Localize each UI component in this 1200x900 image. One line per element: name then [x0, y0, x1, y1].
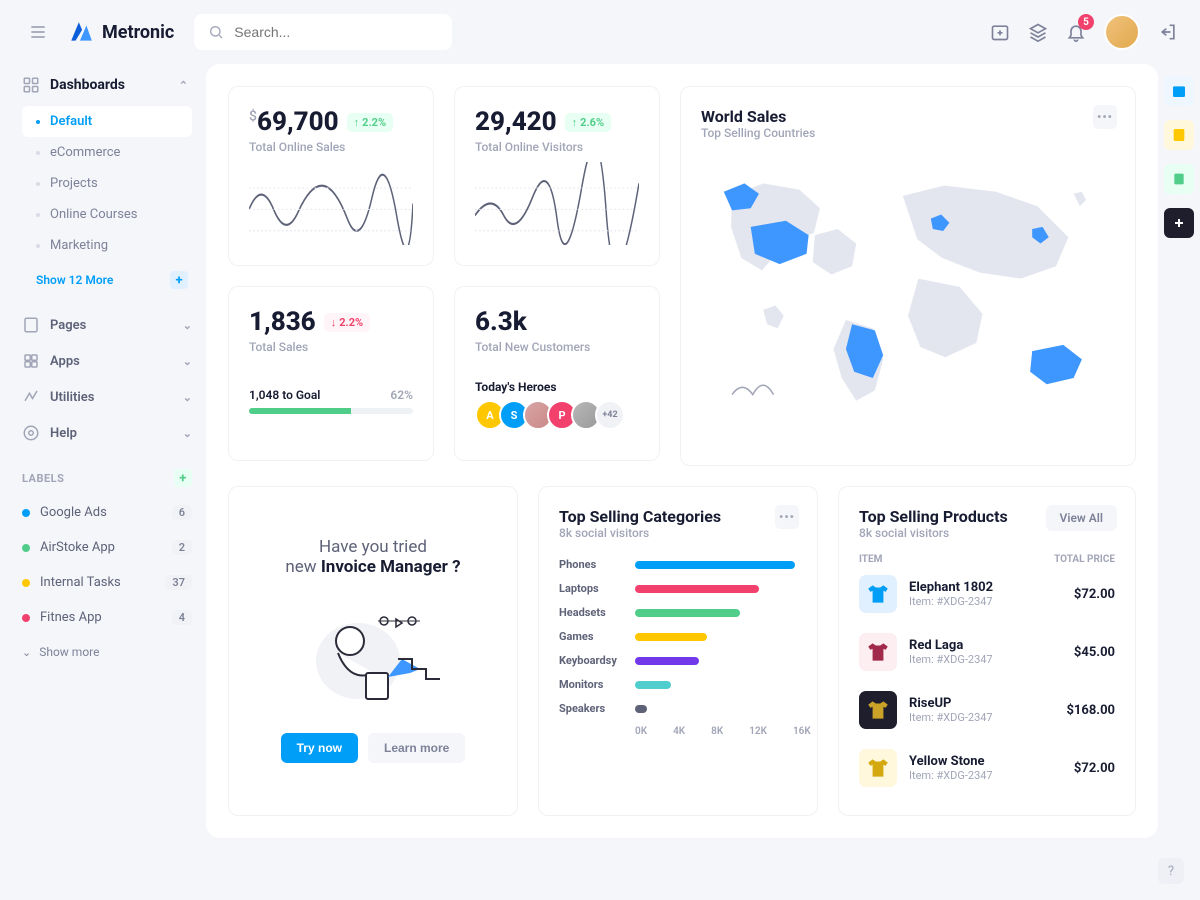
- utilities-icon: [22, 388, 40, 406]
- sidebar-item-online-courses[interactable]: Online Courses: [22, 199, 192, 230]
- product-row[interactable]: Red LagaItem: #XDG-2347$45.00: [859, 623, 1115, 681]
- dot-icon: [36, 244, 40, 248]
- bell-icon[interactable]: 5: [1066, 22, 1086, 42]
- dot-icon: [36, 182, 40, 186]
- category-row: Keyboardsy: [559, 654, 797, 667]
- card-menu[interactable]: •••: [775, 505, 799, 529]
- pages-icon: [22, 316, 40, 334]
- dot-icon: [36, 120, 40, 124]
- label-airstoke-app[interactable]: AirStoke App2: [22, 530, 192, 565]
- sidebar-nav-pages[interactable]: Pages⌄: [22, 307, 192, 343]
- rightbar-calendar-icon[interactable]: [1164, 76, 1194, 106]
- card-menu[interactable]: •••: [1093, 105, 1117, 129]
- kpi-total-sales: 1,836 ↓ 2.2% Total Sales 1,048 to Goal62…: [228, 286, 434, 461]
- top-categories-card: Top Selling Categories 8k social visitor…: [538, 486, 818, 816]
- add-label[interactable]: +: [174, 469, 192, 487]
- sidebar-item-marketing[interactable]: Marketing: [22, 230, 192, 261]
- sidebar-item-default[interactable]: Default: [22, 106, 192, 137]
- plus-icon: +: [170, 271, 188, 289]
- calendar-add-icon[interactable]: [990, 22, 1010, 42]
- dot-icon: [36, 151, 40, 155]
- help-icon: [22, 424, 40, 442]
- brand-name: Metronic: [102, 22, 174, 43]
- product-image: [859, 749, 897, 787]
- promo-card: Have you tried new Invoice Manager ? Try…: [228, 486, 518, 816]
- category-row: Laptops: [559, 582, 797, 595]
- show-more-dashboards[interactable]: Show 12 More +: [22, 261, 192, 299]
- change-up-badge: ↑ 2.2%: [347, 113, 393, 132]
- dot-icon: [36, 213, 40, 217]
- product-image: [859, 575, 897, 613]
- category-row: Speakers: [559, 702, 797, 715]
- learn-more-button[interactable]: Learn more: [368, 733, 465, 763]
- chevron-down-icon: ⌄: [183, 391, 192, 404]
- menu-toggle[interactable]: [22, 16, 54, 48]
- category-row: Phones: [559, 558, 797, 571]
- rightbar-contacts-icon[interactable]: [1164, 120, 1194, 150]
- change-down-badge: ↓ 2.2%: [324, 313, 370, 332]
- color-dot-icon: [22, 509, 30, 517]
- rightbar-add-icon[interactable]: [1164, 208, 1194, 238]
- chevron-down-icon: ⌄: [183, 319, 192, 332]
- top-products-card: Top Selling Products 8k social visitors …: [838, 486, 1136, 816]
- try-now-button[interactable]: Try now: [281, 733, 358, 763]
- kpi-new-customers: 6.3k Total New Customers Today's Heroes …: [454, 286, 660, 461]
- product-image: [859, 691, 897, 729]
- sidebar-nav-utilities[interactable]: Utilities⌄: [22, 379, 192, 415]
- kpi-online-sales: $69,700 ↑ 2.2% Total Online Sales: [228, 86, 434, 266]
- chevron-up-icon: ⌃: [179, 79, 188, 92]
- brand-logo[interactable]: Metronic: [68, 19, 174, 45]
- change-up-badge: ↑ 2.6%: [565, 113, 611, 132]
- logout-icon[interactable]: [1158, 22, 1178, 42]
- world-sales-card: World Sales Top Selling Countries •••: [680, 86, 1136, 466]
- hero-more[interactable]: +42: [595, 400, 625, 430]
- product-row[interactable]: Elephant 1802Item: #XDG-2347$72.00: [859, 565, 1115, 623]
- sidebar-group-label: Dashboards: [50, 77, 125, 93]
- notifications-badge: 5: [1078, 14, 1094, 30]
- sidebar-item-projects[interactable]: Projects: [22, 168, 192, 199]
- search-input[interactable]: [234, 24, 438, 40]
- grid-icon: [22, 76, 40, 94]
- category-row: Monitors: [559, 678, 797, 691]
- product-row[interactable]: RiseUPItem: #XDG-2347$168.00: [859, 681, 1115, 739]
- search-box[interactable]: [194, 14, 452, 50]
- rightbar-tasks-icon[interactable]: [1164, 164, 1194, 194]
- kpi-online-visitors: 29,420 ↑ 2.6% Total Online Visitors: [454, 86, 660, 266]
- category-row: Games: [559, 630, 797, 643]
- labels-section-title: LABELS: [22, 472, 64, 485]
- product-row[interactable]: Yellow StoneItem: #XDG-2347$72.00: [859, 739, 1115, 797]
- sidebar-group-dashboards[interactable]: Dashboards ⌃: [22, 64, 192, 106]
- show-more-labels[interactable]: ⌄ Show more: [22, 635, 192, 669]
- chevron-down-icon: ⌄: [183, 355, 192, 368]
- sidebar-nav-apps[interactable]: Apps⌄: [22, 343, 192, 379]
- label-internal-tasks[interactable]: Internal Tasks37: [22, 565, 192, 600]
- color-dot-icon: [22, 579, 30, 587]
- sidebar-nav-help[interactable]: Help⌄: [22, 415, 192, 451]
- layers-icon[interactable]: [1028, 22, 1048, 42]
- label-google-ads[interactable]: Google Ads6: [22, 495, 192, 530]
- product-image: [859, 633, 897, 671]
- chevron-down-icon: ⌄: [22, 646, 31, 659]
- label-fitnes-app[interactable]: Fitnes App4: [22, 600, 192, 635]
- help-float-button[interactable]: ?: [1158, 858, 1184, 884]
- sidebar-item-ecommerce[interactable]: eCommerce: [22, 137, 192, 168]
- color-dot-icon: [22, 544, 30, 552]
- color-dot-icon: [22, 614, 30, 622]
- category-row: Headsets: [559, 606, 797, 619]
- search-icon: [208, 24, 224, 40]
- user-avatar[interactable]: [1104, 14, 1140, 50]
- apps-icon: [22, 352, 40, 370]
- view-all-button[interactable]: View All: [1046, 505, 1117, 531]
- chevron-down-icon: ⌄: [183, 427, 192, 440]
